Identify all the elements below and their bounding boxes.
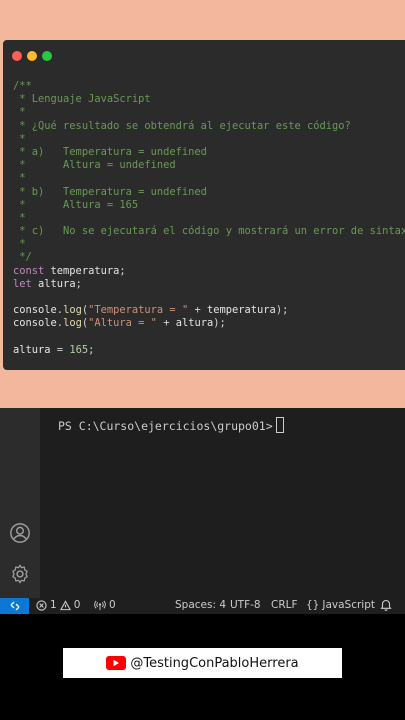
- code-token: *: [13, 172, 26, 185]
- code-line: const temperatura;: [13, 265, 405, 278]
- code-line: let altura;: [13, 278, 405, 291]
- code-token: * b) Temperatura = undefined: [13, 185, 207, 198]
- code-line: *: [13, 238, 405, 251]
- code-token: *: [13, 211, 26, 224]
- language-mode[interactable]: {} JavaScript: [306, 599, 375, 611]
- code-token: log: [63, 317, 82, 330]
- vscode-panel: PS C:\Curso\ejercicios\grupo01>: [0, 408, 405, 598]
- code-token: /**: [13, 80, 32, 92]
- indentation-setting[interactable]: Spaces: 4: [175, 599, 226, 611]
- code-token: console: [13, 304, 57, 317]
- code-token: * Altura = undefined: [13, 159, 176, 172]
- channel-handle: @TestingConPabloHerrera: [130, 655, 299, 671]
- code-token: altura: [175, 317, 214, 330]
- code-token: * c) No se ejecutará el código y mostrar…: [13, 225, 405, 238]
- code-token: altura: [13, 343, 51, 356]
- terminal-prompt[interactable]: PS C:\Curso\ejercicios\grupo01>: [58, 417, 284, 433]
- code-line: * Altura = 165: [13, 199, 405, 212]
- ports-indicator[interactable]: 0: [94, 599, 116, 611]
- code-line: * b) Temperatura = undefined: [13, 186, 405, 199]
- code-token: log: [63, 304, 82, 317]
- remote-button[interactable]: [0, 598, 29, 614]
- code-token: );: [213, 317, 226, 330]
- code-token: *: [13, 238, 26, 251]
- code-line: */: [13, 251, 405, 264]
- code-token: * Lenguaje JavaScript: [13, 93, 151, 106]
- code-content: /** * Lenguaje JavaScript * * ¿Qué resul…: [13, 80, 405, 357]
- code-line: console.log("Altura = " + altura);: [13, 317, 405, 330]
- code-token: altura: [31, 277, 76, 290]
- minimize-dot-icon[interactable]: [27, 51, 37, 61]
- broadcast-icon: [94, 600, 106, 610]
- code-token: "Altura = ": [88, 317, 157, 330]
- code-line: * Altura = undefined: [13, 159, 405, 172]
- code-line: *: [13, 172, 405, 185]
- code-line: * ¿Qué resultado se obtendrá al ejecutar…: [13, 120, 405, 133]
- code-token: */: [13, 251, 32, 264]
- gear-icon[interactable]: [9, 563, 31, 585]
- activity-bar: [0, 408, 40, 598]
- code-token: ;: [119, 264, 126, 277]
- spaces-label: Spaces: 4: [175, 599, 227, 611]
- code-line: *: [13, 212, 405, 225]
- code-line: * c) No se ejecutará el código y mostrar…: [13, 225, 405, 238]
- code-token: =: [50, 343, 70, 356]
- error-icon: [36, 599, 47, 611]
- code-line: * Lenguaje JavaScript: [13, 93, 405, 106]
- code-line: /**: [13, 80, 405, 93]
- code-line: altura = 165;: [13, 344, 405, 357]
- problems-indicator[interactable]: 1 0: [36, 599, 80, 611]
- code-token: "Temperatura = ": [88, 304, 189, 317]
- code-window: /** * Lenguaje JavaScript * * ¿Qué resul…: [3, 40, 405, 370]
- error-count: 1: [50, 599, 57, 611]
- code-token: * Altura = 165: [13, 198, 139, 211]
- code-token: ;: [75, 277, 82, 290]
- code-token: console: [13, 317, 57, 330]
- code-token: * a) Temperatura = undefined: [13, 145, 207, 158]
- terminal-prompt-text: PS C:\Curso\ejercicios\grupo01>: [58, 419, 273, 433]
- code-token: *: [13, 132, 26, 145]
- warning-icon: [59, 599, 71, 610]
- notifications-button[interactable]: [380, 598, 392, 611]
- encoding-setting[interactable]: UTF-8: [230, 599, 261, 611]
- code-token: const: [13, 264, 45, 277]
- channel-banner[interactable]: @TestingConPabloHerrera: [63, 648, 342, 678]
- code-token: 165: [69, 343, 89, 356]
- terminal-cursor: [275, 417, 284, 433]
- code-line: console.log("Temperatura = " + temperatu…: [13, 304, 405, 317]
- code-token: *: [13, 106, 26, 119]
- code-line: * a) Temperatura = undefined: [13, 146, 405, 159]
- maximize-dot-icon[interactable]: [42, 51, 52, 61]
- code-token: +: [156, 317, 176, 330]
- code-token: let: [13, 277, 32, 290]
- eol-label: CRLF: [271, 599, 298, 611]
- eol-setting[interactable]: CRLF: [271, 599, 298, 611]
- status-bar: 1 0 0 Spaces: 4 UTF-8 CRLF {} JavaScript: [0, 598, 405, 614]
- code-token: +: [188, 304, 207, 317]
- encoding-label: UTF-8: [230, 599, 261, 611]
- code-token: ;: [88, 343, 95, 356]
- ports-count: 0: [109, 599, 116, 611]
- remote-icon: [10, 601, 19, 611]
- code-token: temperatura: [44, 264, 120, 277]
- window-controls: [12, 51, 52, 61]
- close-dot-icon[interactable]: [12, 51, 22, 61]
- braces-icon: {}: [306, 599, 320, 611]
- warning-count: 0: [73, 599, 81, 611]
- code-line: *: [13, 106, 405, 119]
- language-label: JavaScript: [322, 599, 376, 611]
- bell-icon: [380, 599, 392, 611]
- code-token: );: [275, 304, 289, 317]
- youtube-icon: [106, 656, 127, 670]
- account-icon[interactable]: [9, 522, 31, 544]
- code-line: *: [13, 133, 405, 146]
- code-token: temperatura: [206, 304, 276, 317]
- code-token: * ¿Qué resultado se obtendrá al ejecutar…: [13, 119, 351, 132]
